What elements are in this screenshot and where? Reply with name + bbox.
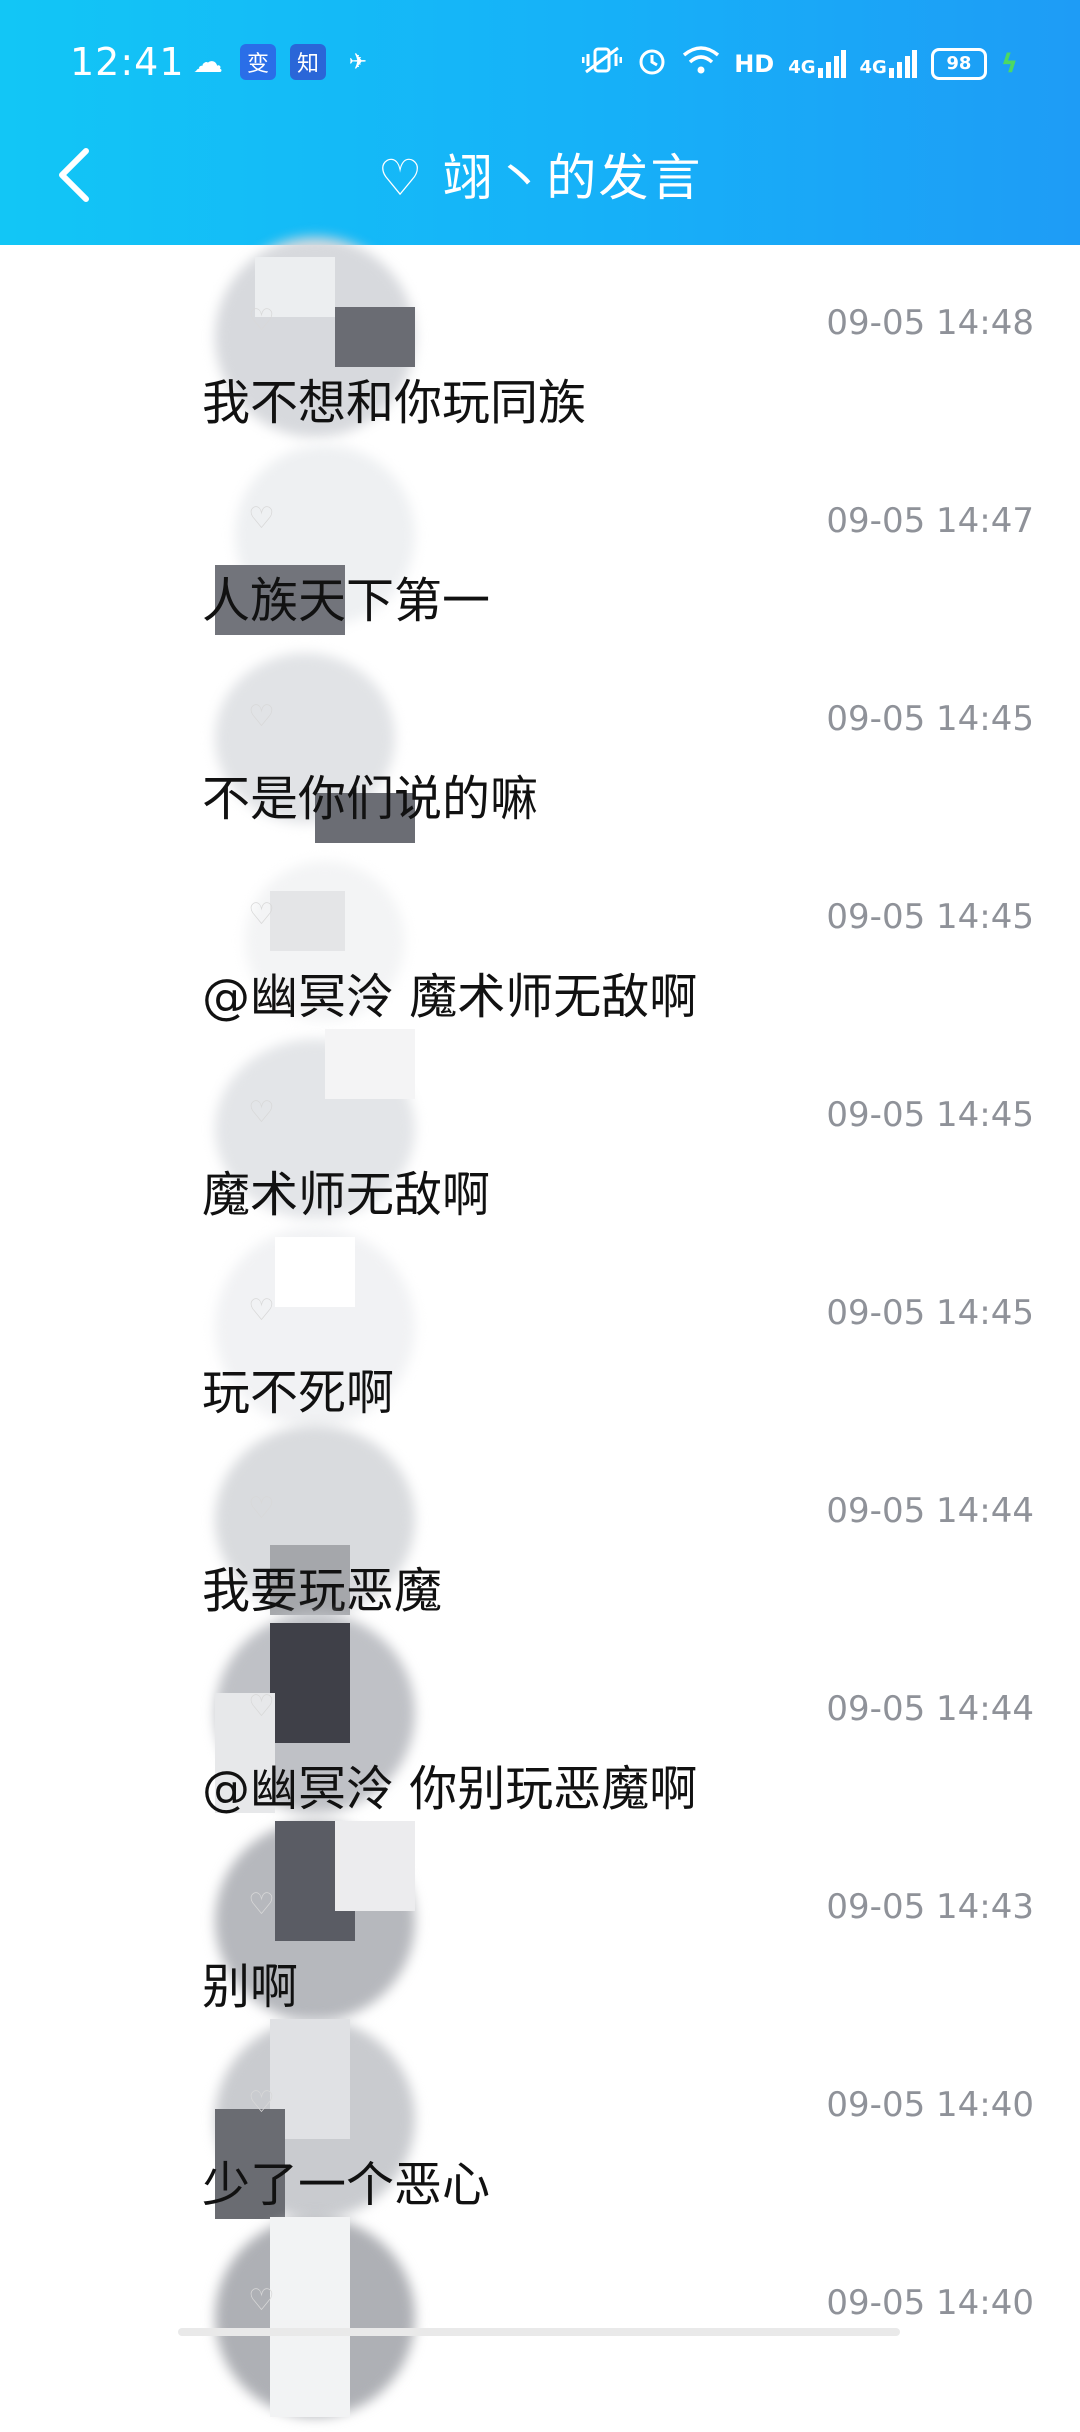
heart-icon: ♡ — [248, 1293, 275, 1328]
message-text: 我不想和你玩同族 — [202, 375, 587, 431]
heart-icon: ♡ — [248, 501, 275, 536]
message-text: 人族天下第一 — [202, 573, 491, 629]
message-text: 玩不死啊 — [202, 1365, 395, 1421]
heart-icon: ♡ — [248, 1689, 275, 1724]
page-title: ♡ 翊丶的发言 — [377, 149, 703, 207]
heart-icon: ♡ — [248, 303, 275, 338]
heart-icon: ♡ — [248, 2085, 275, 2120]
heart-icon: ♡ — [248, 1491, 275, 1526]
bottom-bar-hint — [178, 2328, 900, 2336]
list-item[interactable]: ♡ 09-05 14:44 @幽冥泠 你别玩恶魔啊 — [0, 1613, 1080, 1829]
heart-icon: ♡ — [248, 1095, 275, 1130]
heart-icon: ♡ — [248, 2283, 275, 2318]
list-item[interactable]: ♡ 09-05 14:48 我不想和你玩同族 — [0, 237, 1080, 443]
message-text: 别啊 — [202, 1959, 299, 2015]
message-text: 魔术师无敌啊 — [202, 1167, 491, 1223]
message-time: 09-05 14:45 — [826, 1293, 1034, 1333]
avatar[interactable] — [215, 2217, 415, 2432]
status-time: 12:41 — [70, 40, 185, 84]
message-time: 09-05 14:43 — [826, 1887, 1034, 1927]
vibrate-icon — [581, 45, 623, 82]
message-time: 09-05 14:45 — [826, 897, 1034, 937]
heart-icon: ♡ — [248, 699, 275, 734]
signal-icon-2: 4G — [860, 49, 917, 78]
list-item[interactable]: ♡ 09-05 14:45 魔术师无敌啊 — [0, 1029, 1080, 1235]
signal-icon: 4G — [788, 49, 846, 78]
list-item[interactable]: ♡ 09-05 14:47 人族天下第一 — [0, 443, 1080, 641]
message-time: 09-05 14:40 — [826, 2085, 1034, 2125]
message-text: @幽冥泠 魔术师无敌啊 — [202, 969, 698, 1025]
wechat-icon: ☁ — [193, 44, 223, 80]
battery-icon: 98 — [930, 47, 987, 80]
app-icon-bian: 变 — [240, 44, 276, 80]
message-time: 09-05 14:45 — [826, 699, 1034, 739]
zhihu-icon: 知 — [290, 44, 326, 80]
message-time: 09-05 14:40 — [826, 2283, 1034, 2323]
list-item[interactable]: ♡ 09-05 14:40 — [0, 2217, 1080, 2423]
message-list[interactable]: ♡ 09-05 14:48 我不想和你玩同族 ♡ 09-05 14:47 人族天下第一 ♡ 0… — [0, 237, 1080, 2423]
list-item[interactable]: ♡ 09-05 14:43 别啊 — [0, 1821, 1080, 2027]
app-icon-misc: ✈ — [348, 49, 368, 75]
message-time: 09-05 14:48 — [826, 303, 1034, 343]
notification-icons: ☁ 变 知 ✈ — [190, 44, 376, 80]
heart-icon: ♡ — [248, 897, 275, 932]
wifi-icon — [682, 45, 720, 82]
list-item[interactable]: ♡ 09-05 14:45 不是你们说的嘛 — [0, 641, 1080, 843]
message-text: @幽冥泠 你别玩恶魔啊 — [202, 1761, 698, 1817]
system-status-icons: HD 4G 4G 98 ϟ — [581, 44, 1018, 83]
heart-icon: ♡ — [248, 1887, 275, 1922]
message-time: 09-05 14:47 — [826, 501, 1034, 541]
message-time: 09-05 14:44 — [826, 1689, 1034, 1729]
list-item[interactable]: ♡ 09-05 14:45 @幽冥泠 魔术师无敌啊 — [0, 839, 1080, 1037]
network-label: HD — [734, 49, 775, 78]
message-time: 09-05 14:45 — [826, 1095, 1034, 1135]
message-text: 少了一个恶心 — [202, 2157, 491, 2213]
app-header: 12:41 ☁ 变 知 ✈ HD 4G 4G 98 ϟ ♡ 翊丶的发言 — [0, 0, 1080, 245]
message-text: 我要玩恶魔 — [202, 1563, 443, 1619]
list-item[interactable]: ♡ 09-05 14:45 玩不死啊 — [0, 1227, 1080, 1433]
status-bar: 12:41 ☁ 变 知 ✈ HD 4G 4G 98 ϟ — [0, 0, 1080, 130]
alarm-icon — [636, 44, 668, 83]
message-time: 09-05 14:44 — [826, 1491, 1034, 1531]
charging-icon: ϟ — [1000, 48, 1018, 79]
message-text: 不是你们说的嘛 — [202, 771, 539, 827]
list-item[interactable]: ♡ 09-05 14:40 少了一个恶心 — [0, 2019, 1080, 2225]
list-item[interactable]: ♡ 09-05 14:44 我要玩恶魔 — [0, 1425, 1080, 1631]
